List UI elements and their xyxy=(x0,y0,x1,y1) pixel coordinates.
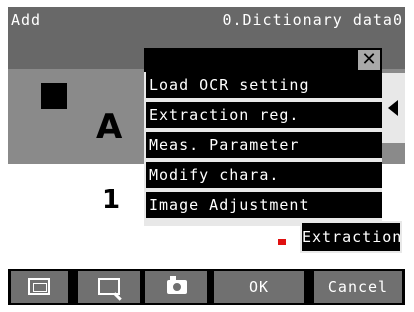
menu-item-extraction-reg[interactable]: Extraction reg. xyxy=(144,102,382,128)
capture-button[interactable] xyxy=(145,271,207,303)
device-frame: Add 0.Dictionary data0 A E 1 2 ✕ Load OC… xyxy=(0,0,414,312)
mode-label: Add xyxy=(11,11,42,29)
ok-button[interactable]: OK xyxy=(214,271,304,303)
close-button[interactable]: ✕ xyxy=(358,50,380,70)
black-square-mark xyxy=(41,83,67,109)
zoom-button[interactable] xyxy=(78,271,140,303)
bottom-toolbar: OK Cancel xyxy=(8,269,405,305)
popup-menu: ✕ Load OCR setting Extraction reg. Meas.… xyxy=(144,48,382,226)
dictionary-label: 0.Dictionary data0 xyxy=(222,11,403,29)
menu-item-meas-parameter[interactable]: Meas. Parameter xyxy=(144,132,382,158)
frame-button[interactable] xyxy=(11,271,68,303)
collapse-menu-button[interactable] xyxy=(382,73,405,143)
menu-list: Load OCR setting Extraction reg. Meas. P… xyxy=(144,72,382,222)
zoom-icon xyxy=(98,278,120,295)
extraction-button[interactable]: Extraction xyxy=(300,221,402,253)
menu-item-image-adjustment[interactable]: Image Adjustment xyxy=(144,192,382,218)
menu-item-load-ocr-setting[interactable]: Load OCR setting xyxy=(144,72,382,98)
close-icon: ✕ xyxy=(361,49,377,70)
menu-item-modify-chara[interactable]: Modify chara. xyxy=(144,162,382,188)
cancel-button[interactable]: Cancel xyxy=(314,271,402,303)
red-marker xyxy=(278,239,286,245)
chevron-left-icon xyxy=(388,100,398,116)
popup-header: ✕ xyxy=(144,48,382,72)
camera-icon xyxy=(167,276,187,294)
screen: Add 0.Dictionary data0 A E 1 2 ✕ Load OC… xyxy=(8,7,405,305)
frame-icon xyxy=(28,278,50,295)
